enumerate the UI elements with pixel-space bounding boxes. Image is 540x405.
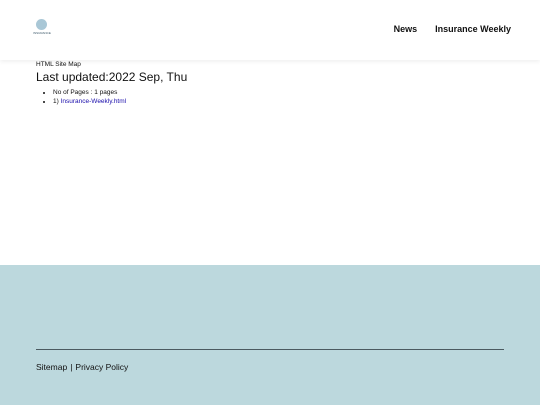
pages-count-item: No of Pages : 1 pages [53, 88, 506, 97]
nav-news-link[interactable]: News [394, 24, 418, 34]
logo-text: INSURANCE [33, 31, 51, 35]
page-index: 1) [53, 98, 59, 105]
footer-separator: | [70, 362, 73, 372]
sitemap-list: No of Pages : 1 pages 1) Insurance-Weekl… [36, 88, 506, 106]
last-updated-title: Last updated:2022 Sep, Thu [36, 70, 188, 84]
logo-icon [36, 19, 47, 30]
footer-privacy-link[interactable]: Privacy Policy [75, 362, 128, 372]
site-footer: Sitemap | Privacy Policy [0, 265, 540, 405]
nav-insurance-weekly-link[interactable]: Insurance Weekly [435, 24, 511, 34]
footer-divider [36, 349, 504, 350]
sitemap-heading: HTML Site Map [36, 61, 81, 68]
footer-links: Sitemap | Privacy Policy [36, 362, 128, 372]
main-nav: News Insurance Weekly [394, 24, 511, 34]
site-logo[interactable]: INSURANCE [31, 19, 53, 39]
page-list-item: 1) Insurance-Weekly.html [53, 97, 506, 106]
footer-sitemap-link[interactable]: Sitemap [36, 362, 67, 372]
main-content: HTML Site Map Last updated:2022 Sep, Thu… [36, 60, 506, 106]
page-link[interactable]: Insurance-Weekly.html [61, 98, 127, 105]
site-header: INSURANCE News Insurance Weekly [0, 0, 540, 60]
